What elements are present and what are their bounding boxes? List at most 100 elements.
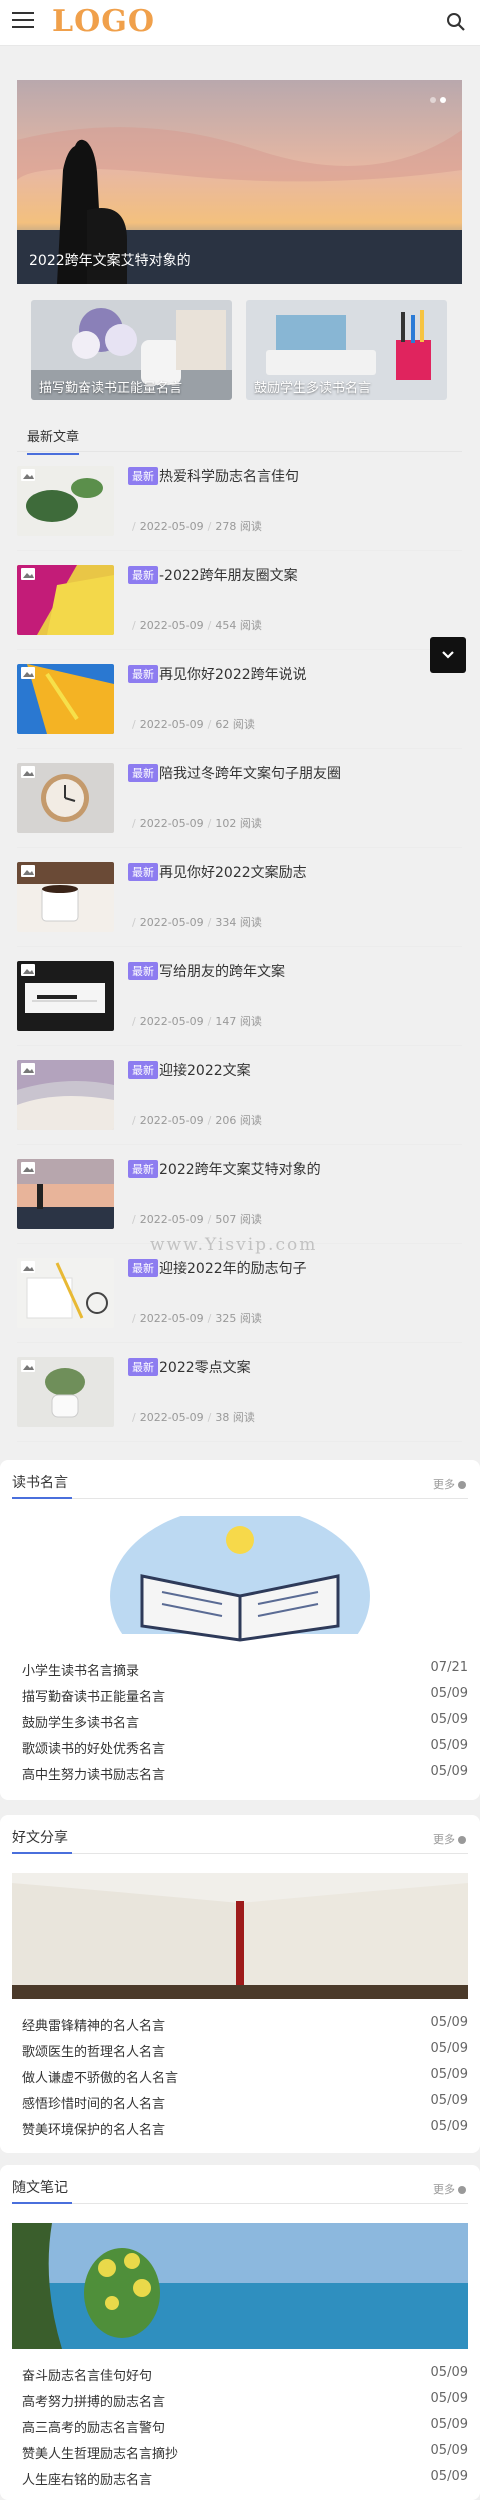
- panel-image: [12, 2223, 468, 2349]
- panel-title: 读书名言: [12, 1475, 68, 1491]
- tab-latest[interactable]: 最新文章: [27, 426, 80, 455]
- new-badge: 最新: [128, 962, 158, 980]
- more-link[interactable]: 更多: [433, 1831, 466, 1847]
- article-views: 278 阅读: [215, 520, 262, 533]
- article-title[interactable]: 陪我过冬跨年文案句子朋友圈: [159, 763, 341, 783]
- featured-title[interactable]: 鼓励学生多读书名言: [254, 377, 371, 396]
- article-meta: /2022-05-09/454 阅读: [132, 619, 262, 632]
- article-date: 2022-05-09: [139, 718, 204, 731]
- list-item[interactable]: 赞美环境保护的名人名言 05/09: [12, 2115, 468, 2141]
- new-badge: 最新: [128, 566, 158, 584]
- scroll-down-button[interactable]: [430, 637, 466, 673]
- article-views: 38 阅读: [215, 1411, 255, 1424]
- article-thumb[interactable]: [17, 961, 114, 1031]
- search-icon[interactable]: [446, 12, 466, 32]
- image-icon: [21, 865, 35, 877]
- list-item[interactable]: 感悟珍惜时间的名人名言 05/09: [12, 2089, 468, 2115]
- article-views: 206 阅读: [215, 1114, 262, 1127]
- list-item[interactable]: 最新 再见你好2022文案励志 /2022-05-09/334 阅读: [17, 848, 462, 947]
- article-thumb[interactable]: [17, 565, 114, 635]
- article-thumb[interactable]: [17, 664, 114, 734]
- image-icon: [21, 469, 35, 481]
- slider-title[interactable]: 2022跨年文案艾特对象的: [29, 250, 191, 270]
- list-item[interactable]: 赞美人生哲理励志名言摘抄 05/09: [12, 2439, 468, 2465]
- article-meta: /2022-05-09/325 阅读: [132, 1312, 262, 1325]
- panel-list: 小学生读书名言摘录 07/21 描写勤奋读书正能量名言 05/09 鼓励学生多读书名…: [12, 1656, 468, 1786]
- list-item[interactable]: 描写勤奋读书正能量名言 05/09: [12, 1682, 468, 1708]
- article-thumb[interactable]: [17, 1258, 114, 1328]
- list-item[interactable]: 最新 热爱科学励志名言佳句 /2022-05-09/278 阅读: [17, 452, 462, 551]
- article-date: 2022-05-09: [139, 520, 204, 533]
- article-title[interactable]: 热爱科学励志名言佳句: [159, 466, 299, 486]
- list-item[interactable]: 高中生努力读书励志名言 05/09: [12, 1760, 468, 1786]
- article-date: 2022-05-09: [139, 1411, 204, 1424]
- image-icon: [21, 667, 35, 679]
- article-thumb[interactable]: [17, 1357, 114, 1427]
- list-item[interactable]: 小学生读书名言摘录 07/21: [12, 1656, 468, 1682]
- article-thumb[interactable]: [17, 1159, 114, 1229]
- list-item[interactable]: 最新 迎接2022文案 /2022-05-09/206 阅读: [17, 1046, 462, 1145]
- article-title[interactable]: 2022跨年文案艾特对象的: [159, 1159, 321, 1179]
- new-badge: 最新: [128, 764, 158, 782]
- article-thumb[interactable]: [17, 862, 114, 932]
- list-item[interactable]: 最新 迎接2022年的励志句子 /2022-05-09/325 阅读: [17, 1244, 462, 1343]
- article-meta: /2022-05-09/38 阅读: [132, 1411, 255, 1424]
- plus-icon: [458, 2186, 466, 2194]
- image-icon: [21, 568, 35, 580]
- article-title[interactable]: 写给朋友的跨年文案: [159, 961, 285, 981]
- site-header: LOGO: [0, 0, 480, 46]
- image-icon: [21, 1360, 35, 1372]
- article-thumb[interactable]: [17, 466, 114, 536]
- article-date: 2022-05-09: [139, 916, 204, 929]
- featured-title[interactable]: 描写勤奋读书正能量名言: [39, 377, 182, 396]
- list-item[interactable]: 最新 再见你好2022跨年说说 /2022-05-09/62 阅读: [17, 650, 462, 749]
- site-logo[interactable]: LOGO: [52, 4, 155, 39]
- article-views: 454 阅读: [215, 619, 262, 632]
- article-title[interactable]: 再见你好2022跨年说说: [159, 664, 307, 684]
- hero-slider[interactable]: 2022跨年文案艾特对象的: [17, 80, 462, 284]
- new-badge: 最新: [128, 1358, 158, 1376]
- panel-good-articles: 好文分享 更多 经典雷锋精神的名人名言 05/09 歌颂医生的哲理名人名言 05/0…: [0, 1815, 480, 2153]
- list-item[interactable]: 歌颂医生的哲理名人名言 05/09: [12, 2037, 468, 2063]
- article-title[interactable]: 迎接2022年的励志句子: [159, 1258, 307, 1278]
- list-item[interactable]: 最新 写给朋友的跨年文案 /2022-05-09/147 阅读: [17, 947, 462, 1046]
- list-item[interactable]: 歌颂读书的好处优秀名言 05/09: [12, 1734, 468, 1760]
- featured-card[interactable]: 鼓励学生多读书名言: [246, 300, 447, 400]
- list-item[interactable]: 最新 2022零点文案 /2022-05-09/38 阅读: [17, 1343, 462, 1442]
- article-title[interactable]: 迎接2022文案: [159, 1060, 251, 1080]
- list-item[interactable]: 经典雷锋精神的名人名言 05/09: [12, 2011, 468, 2037]
- image-icon: [21, 1162, 35, 1174]
- article-date: 2022-05-09: [139, 619, 204, 632]
- list-item[interactable]: 人生座右铭的励志名言 05/09: [12, 2465, 468, 2491]
- article-title[interactable]: 2022零点文案: [159, 1357, 251, 1377]
- featured-card[interactable]: 描写勤奋读书正能量名言: [31, 300, 232, 400]
- article-title[interactable]: -2022跨年朋友圈文案: [159, 565, 298, 585]
- list-item[interactable]: 最新 2022跨年文案艾特对象的 /2022-05-09/507 阅读: [17, 1145, 462, 1244]
- new-badge: 最新: [128, 467, 158, 485]
- list-item[interactable]: 最新 陪我过冬跨年文案句子朋友圈 /2022-05-09/102 阅读: [17, 749, 462, 848]
- list-item[interactable]: 最新 -2022跨年朋友圈文案 /2022-05-09/454 阅读: [17, 551, 462, 650]
- panel-title: 好文分享: [12, 1830, 68, 1846]
- article-date: 2022-05-09: [139, 817, 204, 830]
- article-views: 102 阅读: [215, 817, 262, 830]
- article-thumb[interactable]: [17, 763, 114, 833]
- more-link[interactable]: 更多: [433, 2181, 466, 2197]
- watermark-text: www.Yisvip.com: [150, 1235, 318, 1255]
- image-icon: [21, 766, 35, 778]
- article-thumb[interactable]: [17, 1060, 114, 1130]
- image-icon: [21, 1063, 35, 1075]
- list-item[interactable]: 高三高考的励志名言警句 05/09: [12, 2413, 468, 2439]
- article-title[interactable]: 再见你好2022文案励志: [159, 862, 307, 882]
- list-item[interactable]: 高考努力拼搏的励志名言 05/09: [12, 2387, 468, 2413]
- article-views: 62 阅读: [215, 718, 255, 731]
- new-badge: 最新: [128, 863, 158, 881]
- list-item[interactable]: 鼓励学生多读书名言 05/09: [12, 1708, 468, 1734]
- more-link[interactable]: 更多: [433, 1476, 466, 1492]
- panel-image: [12, 1516, 468, 1642]
- list-item[interactable]: 奋斗励志名言佳句好句 05/09: [12, 2361, 468, 2387]
- slider-dots[interactable]: [426, 88, 446, 107]
- plus-icon: [458, 1836, 466, 1844]
- article-date: 2022-05-09: [139, 1213, 204, 1226]
- hamburger-icon[interactable]: [12, 12, 34, 32]
- list-item[interactable]: 做人谦虚不骄傲的名人名言 05/09: [12, 2063, 468, 2089]
